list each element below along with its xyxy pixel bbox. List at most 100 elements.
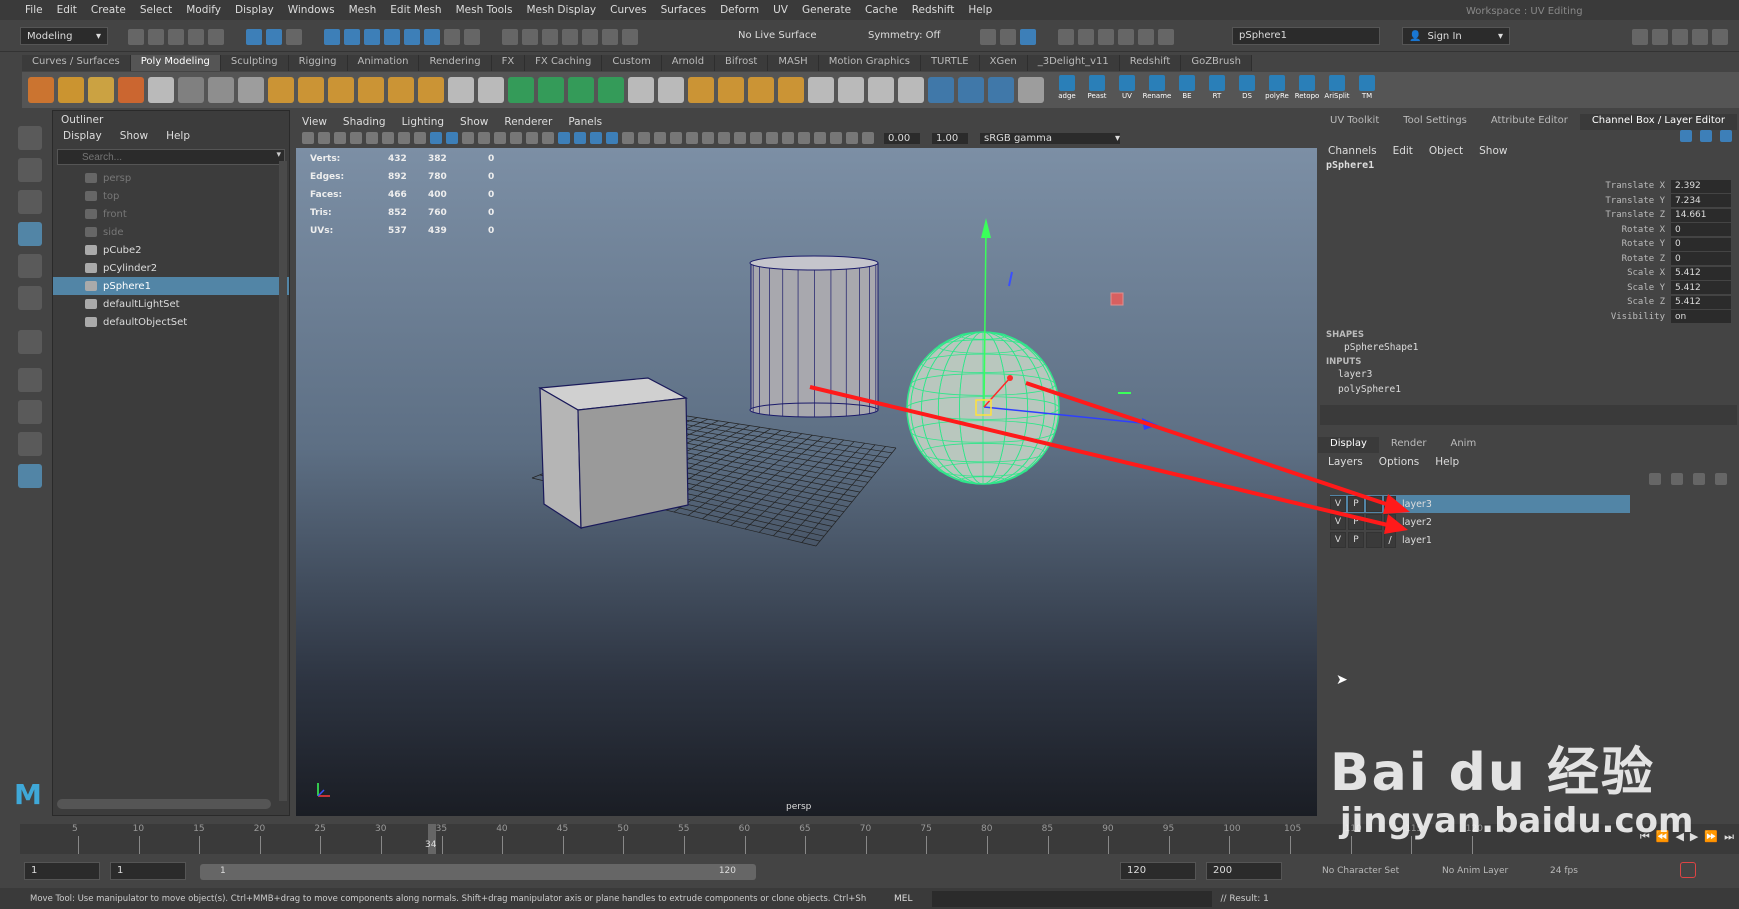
layer-tab-render[interactable]: Render xyxy=(1379,437,1439,453)
viewport-tool-13-icon[interactable] xyxy=(510,132,522,144)
right-tab-3[interactable]: Channel Box / Layer Editor xyxy=(1579,114,1738,130)
viewport-tool-4-icon[interactable] xyxy=(366,132,378,144)
save-scene-icon[interactable] xyxy=(168,29,184,45)
shelf-button-arisplit[interactable]: AriSplit xyxy=(1324,75,1350,105)
shelf-tab-16[interactable]: Redshift xyxy=(1119,55,1182,71)
record-icon[interactable] xyxy=(1138,29,1154,45)
input-node-layer3[interactable]: layer3 xyxy=(1318,367,1739,382)
workspace-label[interactable]: Workspace : UV Editing xyxy=(1466,6,1583,17)
live-surface-label[interactable]: No Live Surface xyxy=(738,30,816,41)
shelf-tab-2[interactable]: Sculpting xyxy=(220,55,289,71)
menu-item-mesh-tools[interactable]: Mesh Tools xyxy=(449,4,520,16)
pause-icon[interactable] xyxy=(1158,29,1174,45)
select-tool-icon[interactable] xyxy=(18,126,42,150)
shelf-button-retopo[interactable]: Retopo xyxy=(1294,75,1320,105)
viewport-tool-27-icon[interactable] xyxy=(734,132,746,144)
new-layer-icon[interactable] xyxy=(1693,473,1705,485)
viewport-tool-10-icon[interactable] xyxy=(462,132,474,144)
history-icon[interactable] xyxy=(502,29,518,45)
outliner-item-persp[interactable]: persp xyxy=(53,169,289,187)
command-line-input[interactable] xyxy=(932,890,1213,907)
shelf-tab-6[interactable]: FX xyxy=(491,55,526,71)
shelf-tab-17[interactable]: GoZBrush xyxy=(1181,55,1252,71)
viewport-tool-6-icon[interactable] xyxy=(398,132,410,144)
move-tool-icon[interactable] xyxy=(18,222,42,246)
layer-menu-help[interactable]: Help xyxy=(1435,456,1459,468)
shelf-tool-20-icon[interactable] xyxy=(628,77,654,103)
render-frame-icon[interactable] xyxy=(980,29,996,45)
chevron-down-icon[interactable]: ▾ xyxy=(276,150,281,160)
select-hierarchy-icon[interactable] xyxy=(246,29,262,45)
viewport-menu-show[interactable]: Show xyxy=(460,116,488,128)
channel-menu-channels[interactable]: Channels xyxy=(1328,145,1377,157)
snap-curve-icon[interactable] xyxy=(344,29,360,45)
viewport-menu-shading[interactable]: Shading xyxy=(343,116,386,128)
shelf-tool-16-icon[interactable] xyxy=(508,77,534,103)
viewport-menu-panels[interactable]: Panels xyxy=(568,116,602,128)
shelf-tool-7-icon[interactable] xyxy=(238,77,264,103)
shelf-tool-0-icon[interactable] xyxy=(28,77,54,103)
snap-surface-icon[interactable] xyxy=(404,29,420,45)
channel-value[interactable]: 5.412 xyxy=(1671,281,1731,295)
right-tab-0[interactable]: UV Toolkit xyxy=(1318,114,1391,130)
menu-item-uv[interactable]: UV xyxy=(766,4,795,16)
gamma-field[interactable]: 1.00 xyxy=(932,132,968,144)
channel-translate-z[interactable]: Translate Z 14.661 xyxy=(1318,208,1731,223)
shelf-tab-10[interactable]: Bifrost xyxy=(715,55,769,71)
shelf-tool-1-icon[interactable] xyxy=(58,77,84,103)
outliner-item-side[interactable]: side xyxy=(53,223,289,241)
outliner-item-defaultobjectset[interactable]: defaultObjectSet xyxy=(53,313,289,331)
menu-item-mesh[interactable]: Mesh xyxy=(342,4,384,16)
channel-scale-z[interactable]: Scale Z 5.412 xyxy=(1318,295,1731,310)
layer-name[interactable]: layer2 xyxy=(1402,517,1432,528)
shelf-tool-19-icon[interactable] xyxy=(598,77,624,103)
render-view2-icon[interactable] xyxy=(1118,29,1134,45)
channel-value[interactable]: 0 xyxy=(1671,223,1731,237)
menu-item-cache[interactable]: Cache xyxy=(858,4,905,16)
channel-value[interactable]: 0 xyxy=(1671,252,1731,266)
last-tool-icon[interactable] xyxy=(18,330,42,354)
shelf-tool-9-icon[interactable] xyxy=(298,77,324,103)
viewport-tool-16-icon[interactable] xyxy=(558,132,570,144)
viewport-tool-31-icon[interactable] xyxy=(798,132,810,144)
layer-menu-options[interactable]: Options xyxy=(1379,456,1420,468)
viewport-tool-35-icon[interactable] xyxy=(862,132,874,144)
go-end-icon[interactable]: ⏭ xyxy=(1724,830,1734,844)
shelf-tool-18-icon[interactable] xyxy=(568,77,594,103)
step-forward-icon[interactable]: ⏩ xyxy=(1704,830,1718,844)
menu-item-modify[interactable]: Modify xyxy=(179,4,228,16)
shelf-tab-0[interactable]: Curves / Surfaces xyxy=(22,55,131,71)
fps-select[interactable]: 24 fps xyxy=(1550,866,1578,876)
shelf-tab-4[interactable]: Animation xyxy=(347,55,420,71)
render-view-icon[interactable] xyxy=(1058,29,1074,45)
mode-select[interactable]: Modeling ▾ xyxy=(20,27,108,45)
channel-rotate-x[interactable]: Rotate X 0 xyxy=(1318,223,1731,238)
layer-playback-toggle[interactable]: P xyxy=(1348,514,1364,530)
viewport-tool-25-icon[interactable] xyxy=(702,132,714,144)
shelf-tool-2-icon[interactable] xyxy=(88,77,114,103)
viewport-tool-1-icon[interactable] xyxy=(318,132,330,144)
viewport-tool-17-icon[interactable] xyxy=(574,132,586,144)
end-time-field[interactable]: 200 xyxy=(1206,862,1282,880)
menu-item-create[interactable]: Create xyxy=(84,4,133,16)
input-node-polysphere1[interactable]: polySphere1 xyxy=(1318,382,1739,397)
hypershade-icon[interactable] xyxy=(1098,29,1114,45)
shelf-button-tm[interactable]: TM xyxy=(1354,75,1380,105)
magnet-icon[interactable] xyxy=(542,29,558,45)
ipr-icon[interactable] xyxy=(1020,29,1036,45)
shelf-tool-15-icon[interactable] xyxy=(478,77,504,103)
viewport-tool-21-icon[interactable] xyxy=(638,132,650,144)
shelf-tab-9[interactable]: Arnold xyxy=(661,55,716,71)
shelf-tool-30-icon[interactable] xyxy=(928,77,954,103)
channel-rotate-y[interactable]: Rotate Y 0 xyxy=(1318,237,1731,252)
render-settings-icon[interactable] xyxy=(1000,29,1016,45)
right-tab-2[interactable]: Attribute Editor xyxy=(1479,114,1580,130)
channel-visibility[interactable]: Visibility on xyxy=(1318,310,1731,325)
shelf-tool-14-icon[interactable] xyxy=(448,77,474,103)
outliner-item-pcylinder2[interactable]: pCylinder2 xyxy=(53,259,289,277)
viewport-menu-lighting[interactable]: Lighting xyxy=(402,116,444,128)
shelf-button-uv[interactable]: UV xyxy=(1114,75,1140,105)
shelf-tool-6-icon[interactable] xyxy=(208,77,234,103)
viewport-tool-24-icon[interactable] xyxy=(686,132,698,144)
viewport-tool-30-icon[interactable] xyxy=(782,132,794,144)
